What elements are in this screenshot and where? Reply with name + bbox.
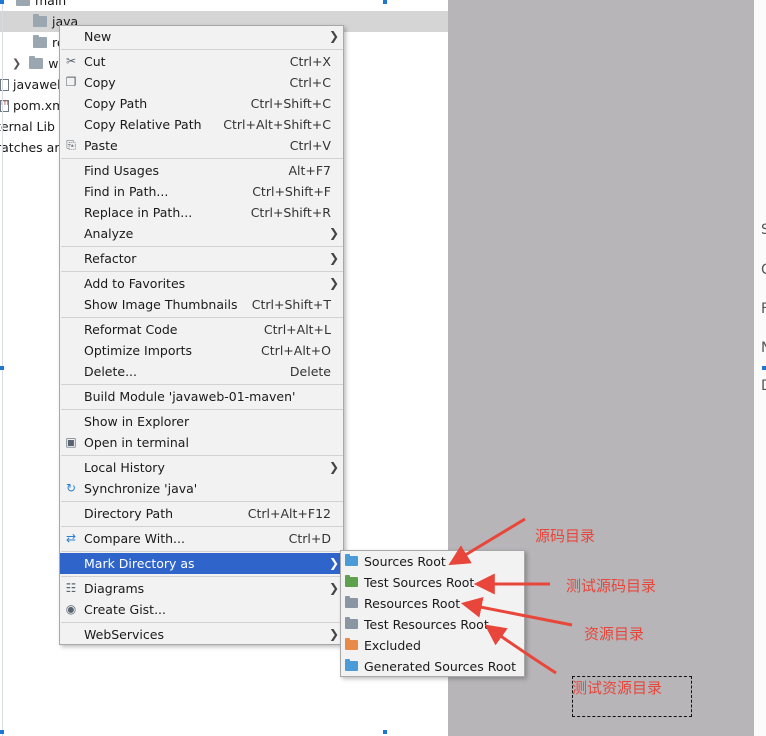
arrow-to-sources-root	[448, 517, 526, 566]
arrow-to-resources-root	[460, 596, 573, 627]
annotation-resources: 资源目录	[584, 625, 645, 643]
annotation-test-sources: 测试源码目录	[566, 577, 657, 595]
annotation-sources: 源码目录	[535, 527, 596, 545]
arrow-to-test-resources-root	[484, 624, 557, 675]
annotation-test-resources: 测试资源目录	[572, 679, 663, 697]
annotation-arrows	[448, 517, 573, 675]
